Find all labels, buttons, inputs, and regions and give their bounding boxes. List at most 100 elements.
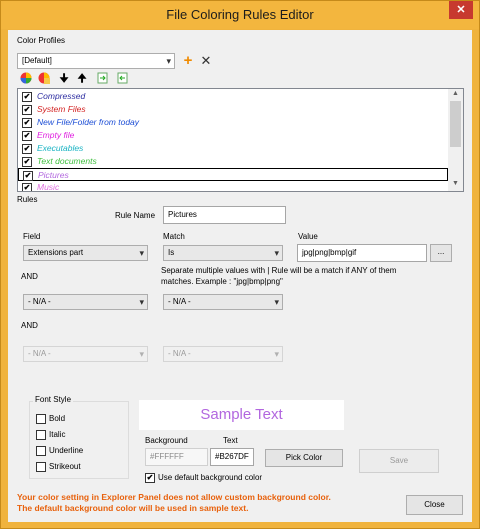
underline-checkbox-box[interactable]	[36, 445, 46, 456]
warning-line-2: The default background color will be use…	[17, 503, 249, 513]
value-input[interactable]: jpg|png|bmp|gif	[297, 244, 427, 262]
list-item-label: Executables	[37, 143, 84, 153]
and-match-select-1[interactable]: - N/A - ▾	[163, 294, 283, 310]
save-button[interactable]: Save	[359, 449, 439, 473]
rule-name-label: Rule Name	[115, 211, 156, 220]
list-item-checkbox[interactable]: ✔	[22, 156, 32, 167]
import-icon[interactable]	[96, 72, 110, 86]
list-item-label: Music	[37, 182, 60, 192]
title-bar[interactable]: File Coloring Rules Editor ✕	[1, 1, 479, 29]
and-match-select-2[interactable]: - N/A - ▾	[163, 346, 283, 362]
and-match-value-2: - N/A -	[168, 349, 191, 358]
field-label: Field	[23, 232, 41, 241]
browse-button[interactable]: ...	[430, 244, 452, 262]
list-item-label: Pictures	[38, 170, 69, 180]
list-item-checkbox[interactable]: ✔	[22, 104, 32, 115]
and-field-value-1: - N/A -	[28, 297, 51, 306]
window-title: File Coloring Rules Editor	[166, 7, 314, 22]
chevron-down-icon: ▾	[274, 349, 279, 359]
underline-label: Underline	[49, 446, 84, 455]
field-select-value: Extensions part	[28, 248, 84, 257]
rule-name-input[interactable]: Pictures	[163, 206, 286, 224]
and-field-value-2: - N/A -	[28, 349, 51, 358]
color-profiles-label: Color Profiles	[17, 36, 66, 45]
scroll-down-icon[interactable]: ▼	[448, 180, 463, 187]
list-item-checkbox[interactable]: ✔	[22, 143, 32, 154]
export-icon[interactable]	[116, 72, 130, 86]
list-item[interactable]: ✔ Executables	[18, 142, 448, 155]
list-item-checkbox[interactable]: ✔	[22, 130, 32, 141]
text-color-input[interactable]: #B267DF	[210, 448, 254, 466]
and-label-1: AND	[21, 272, 38, 281]
strikeout-checkbox[interactable]: Strikeout	[36, 461, 81, 472]
background-warning: Your color setting in Explorer Panel doe…	[17, 492, 331, 514]
list-item[interactable]: ✔ Empty file	[18, 129, 448, 142]
scroll-thumb[interactable]	[450, 101, 461, 147]
chevron-down-icon: ▾	[139, 248, 144, 258]
and-field-select-1[interactable]: - N/A - ▾	[23, 294, 148, 310]
use-default-bg-checkbox[interactable]: ✔ Use default background color	[145, 472, 262, 483]
pick-color-button[interactable]: Pick Color	[265, 449, 343, 467]
scroll-up-icon[interactable]: ▲	[448, 90, 463, 97]
list-item[interactable]: ✔ Compressed	[18, 90, 448, 103]
strikeout-label: Strikeout	[49, 462, 81, 471]
chevron-down-icon: ▾	[139, 349, 144, 359]
match-select-value: Is	[168, 248, 175, 257]
warning-line-1: Your color setting in Explorer Panel doe…	[17, 492, 331, 502]
and-label-2: AND	[21, 321, 38, 330]
match-label: Match	[163, 232, 185, 241]
arrow-up-icon[interactable]: 🠉	[75, 72, 89, 86]
strikeout-checkbox-box[interactable]	[36, 461, 46, 472]
list-item-selected[interactable]: ✔ Pictures	[18, 168, 448, 181]
list-item-label: Empty file	[37, 130, 75, 140]
list-item-label: Text documents	[37, 156, 97, 166]
editor-window: File Coloring Rules Editor ✕ Color Profi…	[0, 0, 480, 529]
bold-label: Bold	[49, 414, 66, 423]
underline-checkbox[interactable]: Underline	[36, 445, 83, 456]
chevron-down-icon: ▾	[274, 248, 279, 258]
list-item[interactable]: ✔ New File/Folder from today	[18, 116, 448, 129]
sample-text-preview: Sample Text	[139, 400, 344, 430]
background-label: Background	[145, 436, 188, 445]
x-icon[interactable]: ✕	[199, 54, 213, 68]
list-scrollbar[interactable]: ▲ ▼	[448, 89, 463, 191]
use-default-bg-checkbox-box[interactable]: ✔	[145, 472, 155, 483]
rules-list[interactable]: ✔ Compressed ✔ System Files ✔ New File/Fold…	[17, 88, 464, 192]
italic-checkbox-box[interactable]	[36, 429, 46, 440]
bold-checkbox-box[interactable]	[36, 413, 46, 424]
color-wheel-edit-icon[interactable]	[37, 72, 51, 86]
list-item-label: New File/Folder from today	[37, 117, 140, 127]
list-item-label: System Files	[37, 104, 86, 114]
use-default-bg-label: Use default background color	[158, 473, 263, 482]
close-button[interactable]: Close	[406, 495, 463, 515]
list-item-checkbox[interactable]: ✔	[23, 170, 33, 181]
and-field-select-2[interactable]: - N/A - ▾	[23, 346, 148, 362]
match-select[interactable]: Is ▾	[163, 245, 283, 261]
and-match-value-1: - N/A -	[168, 297, 191, 306]
chevron-down-icon: ▾	[166, 56, 171, 66]
italic-label: Italic	[49, 430, 66, 439]
color-profile-value: [Default]	[22, 56, 52, 65]
list-item[interactable]: ✔ Text documents	[18, 155, 448, 168]
background-color-input[interactable]: #FFFFFF	[145, 448, 208, 466]
italic-checkbox[interactable]: Italic	[36, 429, 65, 440]
plus-icon[interactable]: +	[181, 53, 195, 68]
bold-checkbox[interactable]: Bold	[36, 413, 65, 424]
list-item-checkbox[interactable]: ✔	[22, 182, 32, 191]
chevron-down-icon: ▾	[139, 297, 144, 307]
rules-section-label: Rules	[17, 195, 38, 204]
list-item-checkbox[interactable]: ✔	[22, 117, 32, 128]
list-item[interactable]: ✔ System Files	[18, 103, 448, 116]
color-profile-select[interactable]: [Default] ▾	[17, 53, 175, 69]
field-select[interactable]: Extensions part ▾	[23, 245, 148, 261]
list-item[interactable]: ✔ Music	[18, 181, 448, 192]
value-hint: Separate multiple values with | Rule wil…	[161, 266, 397, 286]
color-wheel-icon[interactable]	[19, 72, 33, 86]
value-label: Value	[298, 232, 318, 241]
font-style-label: Font Style	[33, 395, 74, 404]
list-item-checkbox[interactable]: ✔	[22, 91, 32, 102]
arrow-down-icon[interactable]: 🠋	[57, 72, 71, 86]
dialog-body: Color Profiles [Default] ▾ + ✕ 🠋 🠉 ✔ Comp…	[8, 30, 472, 522]
list-item-label: Compressed	[37, 91, 86, 101]
window-close-button[interactable]: ✕	[449, 1, 473, 19]
